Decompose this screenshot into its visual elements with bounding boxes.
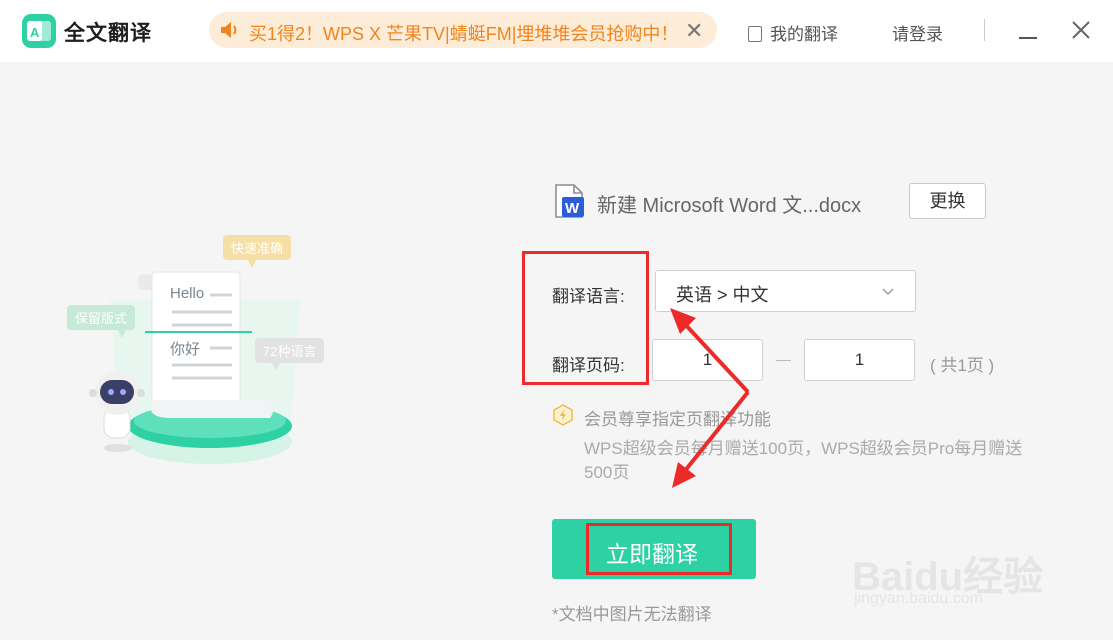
page-from-input[interactable]: [652, 339, 763, 381]
page-to-input[interactable]: [804, 339, 915, 381]
login-link[interactable]: 请登录: [892, 20, 943, 45]
vip-lightning-icon: [553, 404, 573, 426]
page-total: ( 共1页 ): [930, 356, 995, 375]
file-name: 新建 Microsoft Word 文...docx: [597, 195, 862, 217]
svg-text:W: W: [565, 200, 580, 217]
chevron-down-icon: [882, 288, 894, 295]
close-icon[interactable]: [1071, 20, 1091, 40]
tag-fast-accurate: 快速准确: [223, 235, 292, 260]
promo-close-icon[interactable]: ✕: [685, 18, 703, 44]
speaker-icon: [221, 22, 237, 38]
vip-title: 会员尊享指定页翻译功能: [584, 410, 771, 429]
language-select[interactable]: 英语 > 中文: [655, 270, 916, 312]
promo-banner[interactable]: 买1得2！WPS X 芒果TV|蜻蜓FM|埋堆堆会员抢购中！ ✕: [209, 12, 717, 48]
page-range-dash: [776, 360, 791, 361]
minimize-icon[interactable]: [1019, 37, 1037, 39]
image-note: *文档中图片无法翻译: [552, 605, 712, 624]
word-file-icon: W: [555, 184, 584, 218]
vip-description: WPS超级会员每月赠送100页，WPS超级会员Pro每月赠送500页: [584, 439, 1023, 482]
document-icon: [748, 26, 762, 42]
change-file-button[interactable]: 更换: [909, 183, 986, 219]
tag-keep-layout: 保留版式: [67, 305, 136, 330]
app-logo-icon: A: [22, 14, 56, 48]
language-value: 英语 > 中文: [676, 285, 769, 305]
watermark: Baidu经验 jingyan.baidu.com: [852, 520, 1052, 620]
tag-72-languages: 72种语言: [255, 338, 325, 363]
title-bar: A 全文翻译 买1得2！WPS X 芒果TV|蜻蜓FM|埋堆堆会员抢购中！ ✕ …: [0, 0, 1113, 62]
sample-english: Hello: [170, 285, 205, 302]
illustration: 快速准确 保留版式 72种语言 Hello 你好: [60, 230, 350, 470]
svg-text:A: A: [30, 25, 40, 40]
promo-text[interactable]: 买1得2！WPS X 芒果TV|蜻蜓FM|埋堆堆会员抢购中！: [249, 20, 678, 46]
app-title: 全文翻译: [64, 22, 152, 45]
my-translations-label: 我的翻译: [770, 25, 838, 44]
my-translations-link[interactable]: 我的翻译: [748, 20, 838, 45]
watermark-sub: jingyan.baidu.com: [854, 590, 983, 607]
translate-now-label[interactable]: 立即翻译: [606, 535, 698, 569]
sample-chinese: 你好: [170, 341, 201, 358]
annotation-box-labels: [522, 251, 649, 385]
titlebar-divider: [984, 19, 985, 41]
